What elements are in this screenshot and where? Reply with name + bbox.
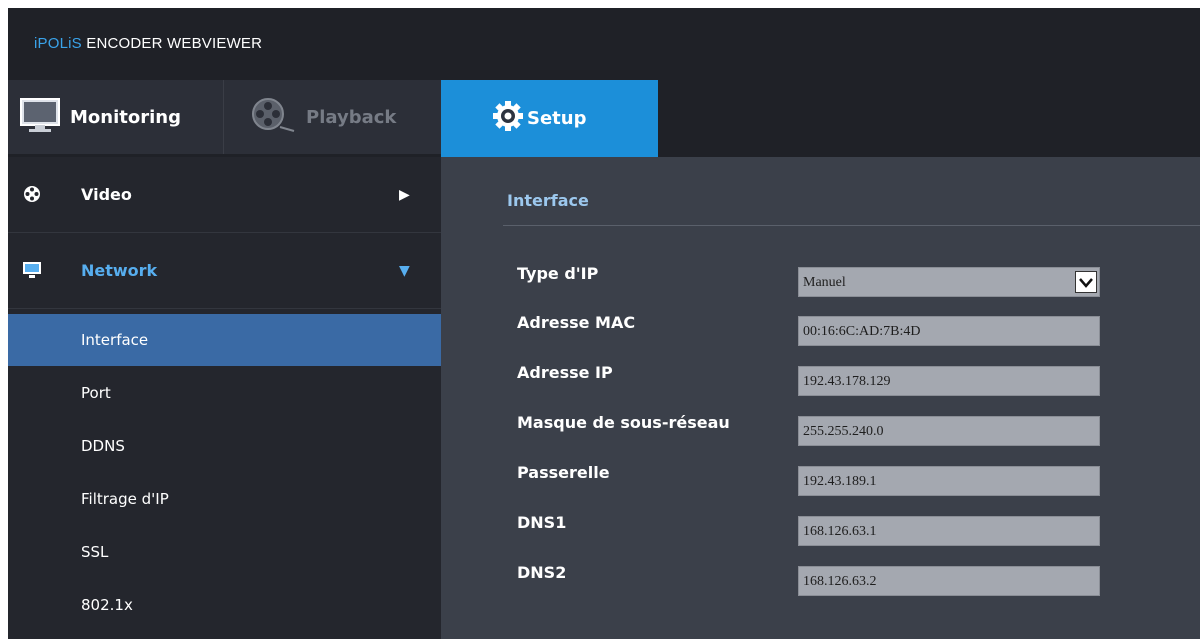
chevron-down-icon[interactable] [1075,271,1097,293]
field-row-ip-type: Type d'IP Manuel [441,262,1200,302]
ip-address-field[interactable]: 192.43.178.129 [798,366,1100,396]
subnet-mask-field[interactable]: 255.255.240.0 [798,416,1100,446]
field-row-mac-address: Adresse MAC 00:16:6C:AD:7B:4D [441,311,1200,351]
field-label: DNS2 [517,563,567,582]
field-label: Adresse MAC [517,313,636,332]
monitor-icon [20,97,60,137]
mac-address-field[interactable]: 00:16:6C:AD:7B:4D [798,316,1100,346]
sidebar-item-video-label: Video [81,185,132,204]
field-row-gateway: Passerelle 192.43.189.1 [441,461,1200,501]
settings-panel: Interface Type d'IP Manuel Adresse MAC 0… [441,157,1200,639]
film-reel-icon [250,97,296,138]
dns2-field[interactable]: 168.126.63.2 [798,566,1100,596]
brand-text: ENCODER WEBVIEWER [81,35,263,52]
gear-icon [493,101,523,136]
sidebar-item-ssl[interactable]: SSL [8,526,441,578]
brand-accent: iPOLiS [34,35,82,52]
tab-setup-label: Setup [527,108,587,129]
gateway-field[interactable]: 192.43.189.1 [798,466,1100,496]
app-window: iPOLiS ENCODER WEBVIEWER Monitoring Play… [8,8,1200,639]
title-bar: iPOLiS ENCODER WEBVIEWER [8,8,1200,80]
field-row-ip-address: Adresse IP 192.43.178.129 [441,361,1200,401]
chevron-right-icon: ▶ [399,186,410,203]
sidebar-item-interface[interactable]: Interface [8,314,441,366]
section-divider [503,225,1200,226]
tab-setup[interactable]: Setup [441,80,658,157]
brand-logo: iPOLiS ENCODER WEBVIEWER [34,35,262,52]
sidebar-item-port[interactable]: Port [8,367,441,419]
main-tab-bar: Monitoring Playback Setup [8,80,1200,229]
ip-type-value: Manuel [803,275,846,290]
section-title: Interface [507,191,589,210]
sidebar-item-video[interactable]: Video ▶ [8,157,441,233]
field-label: Type d'IP [517,264,599,283]
tab-monitoring[interactable]: Monitoring [8,80,224,154]
ip-type-select[interactable]: Manuel [798,267,1100,297]
field-row-subnet-mask: Masque de sous-réseau 255.255.240.0 [441,411,1200,451]
film-reel-icon [23,185,41,203]
tab-playback[interactable]: Playback [224,80,442,154]
tab-playback-label: Playback [306,106,397,128]
field-label: Adresse IP [517,363,613,382]
sidebar-item-network-label: Network [81,261,158,280]
field-label: DNS1 [517,513,567,532]
chevron-down-icon: ▼ [399,262,410,279]
sidebar: Video ▶ Network ▼ Interface Port DDNS Fi… [8,157,441,639]
field-label: Passerelle [517,463,610,482]
field-label: Masque de sous-réseau [517,413,730,432]
sidebar-item-network[interactable]: Network ▼ [8,233,441,309]
field-row-dns2: DNS2 168.126.63.2 [441,561,1200,601]
sidebar-item-ip-filtering[interactable]: Filtrage d'IP [8,473,441,525]
monitor-icon [23,261,41,279]
dns1-field[interactable]: 168.126.63.1 [798,516,1100,546]
sidebar-item-ddns[interactable]: DDNS [8,420,441,472]
sidebar-item-8021x[interactable]: 802.1x [8,579,441,631]
field-row-dns1: DNS1 168.126.63.1 [441,511,1200,551]
tab-monitoring-label: Monitoring [70,106,181,128]
